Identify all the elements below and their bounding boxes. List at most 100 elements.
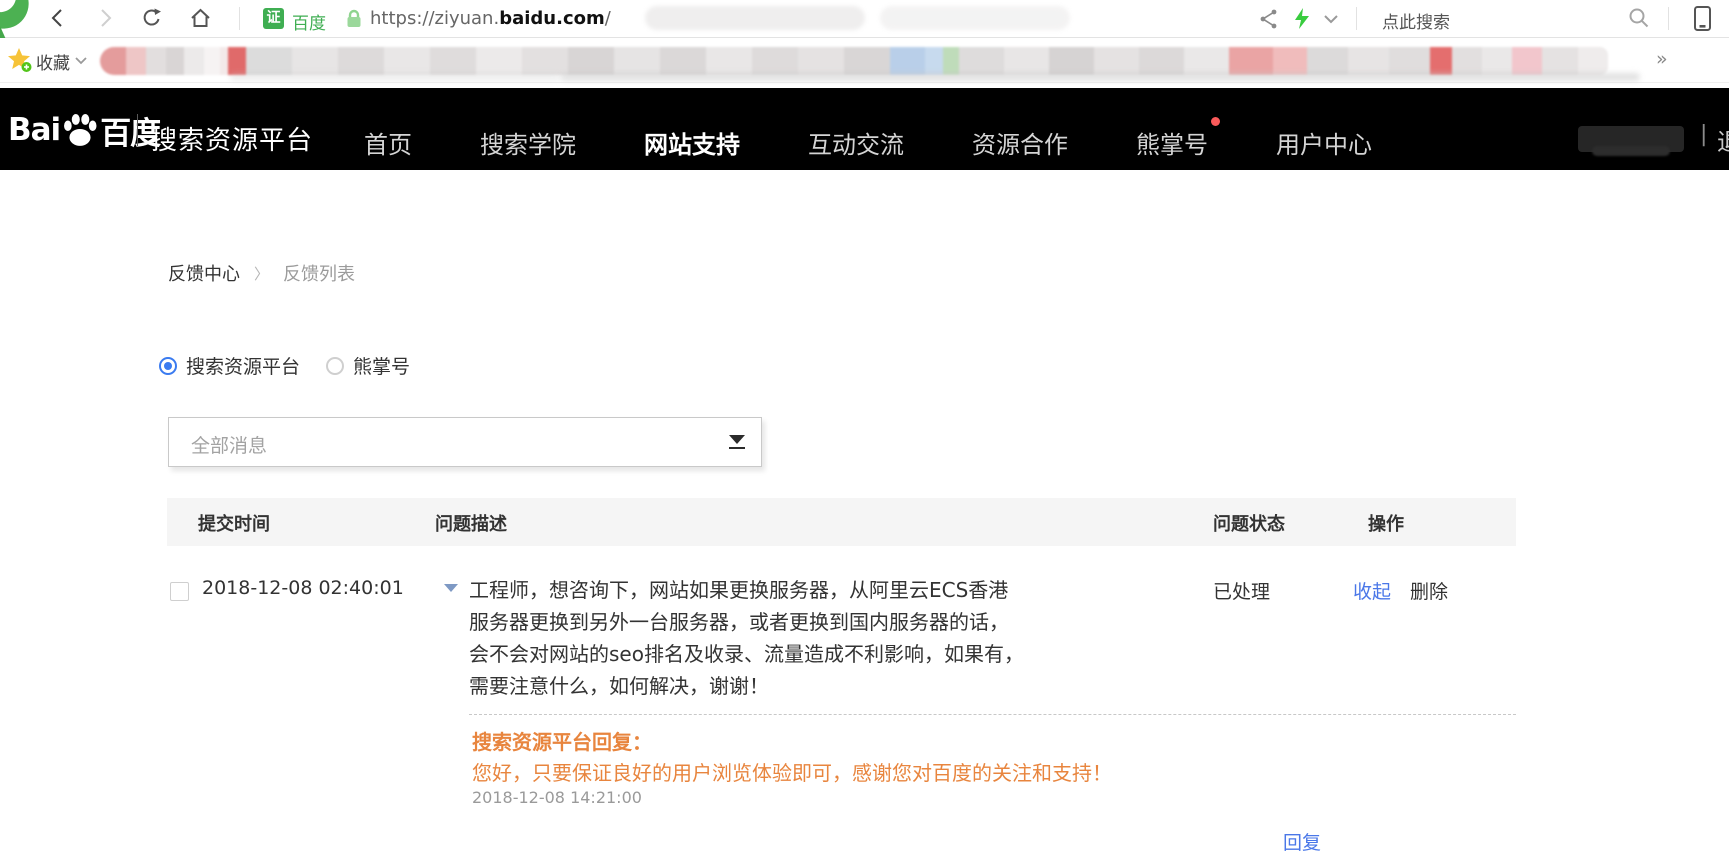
- nav-item-熊掌号[interactable]: 熊掌号: [1136, 125, 1208, 160]
- row-checkbox[interactable]: [170, 582, 189, 601]
- radio-selected-icon[interactable]: [159, 357, 177, 375]
- bookmark-item-redacted[interactable]: [1184, 47, 1229, 75]
- bookmark-item-redacted[interactable]: [384, 47, 430, 75]
- verified-site-name[interactable]: 百度: [292, 9, 326, 34]
- bookmark-item-redacted[interactable]: [338, 47, 384, 75]
- bookmark-item-redacted[interactable]: [798, 47, 844, 75]
- bookmark-item-redacted[interactable]: [925, 47, 943, 75]
- url-prefix: https://ziyuan.: [370, 8, 499, 29]
- bookmark-item-redacted[interactable]: [100, 47, 126, 75]
- bookmark-item-redacted[interactable]: [166, 47, 184, 75]
- search-icon[interactable]: [1628, 7, 1652, 31]
- bookmark-item-redacted[interactable]: [568, 47, 614, 75]
- bookmark-item-redacted[interactable]: [1049, 47, 1094, 75]
- bookmark-item-redacted[interactable]: [292, 47, 338, 75]
- bookmark-item-redacted[interactable]: [1004, 47, 1049, 75]
- bookmark-item-redacted[interactable]: [146, 47, 166, 75]
- bookmark-item-redacted[interactable]: [476, 47, 522, 75]
- lightning-icon[interactable]: [1293, 7, 1311, 30]
- blur-smudge: [1592, 146, 1670, 156]
- bookmark-item-redacted[interactable]: [1139, 47, 1184, 75]
- refresh-icon[interactable]: [141, 7, 163, 29]
- bookmark-item-redacted[interactable]: [890, 47, 925, 75]
- bookmarks-overflow-chevron[interactable]: »: [1656, 48, 1668, 70]
- nav-item-搜索学院[interactable]: 搜索学院: [480, 125, 576, 160]
- user-separator: |: [1700, 122, 1707, 147]
- bookmark-item-redacted[interactable]: [126, 47, 146, 75]
- bookmark-item-redacted[interactable]: [1094, 47, 1139, 75]
- bookmark-item-redacted[interactable]: [204, 47, 220, 75]
- nav-item-网站支持[interactable]: 网站支持: [644, 125, 740, 160]
- bookmark-item-redacted[interactable]: [1273, 47, 1307, 75]
- bookmark-item-redacted[interactable]: [844, 47, 890, 75]
- radio-option-搜索资源平台[interactable]: 搜索资源平台: [159, 352, 300, 379]
- bookmark-item-redacted[interactable]: [522, 47, 568, 75]
- url-domain: baidu.com: [499, 8, 605, 29]
- bookmark-item-redacted[interactable]: [660, 47, 706, 75]
- home-icon[interactable]: [189, 6, 212, 30]
- lock-icon[interactable]: [344, 8, 364, 30]
- bookmark-item-redacted[interactable]: [1482, 47, 1512, 75]
- nav-item-首页[interactable]: 首页: [364, 125, 412, 160]
- bookmark-item-redacted[interactable]: [430, 47, 476, 75]
- status-text: 已处理: [1213, 577, 1270, 604]
- platform-title: 搜索资源平台: [151, 120, 313, 157]
- bookmark-item-redacted[interactable]: [1348, 47, 1389, 75]
- bookmark-item-redacted[interactable]: [706, 47, 752, 75]
- bookmark-item-redacted[interactable]: [1578, 47, 1608, 75]
- blur-smudge: [560, 73, 1640, 81]
- bookmark-item-redacted[interactable]: [1512, 47, 1542, 75]
- radio-unselected-icon[interactable]: [326, 357, 344, 375]
- delete-link[interactable]: 删除: [1410, 577, 1448, 604]
- collapse-caret-icon[interactable]: [444, 584, 458, 592]
- radio-option-熊掌号[interactable]: 熊掌号: [326, 352, 410, 379]
- address-bar[interactable]: https://ziyuan.baidu.com/: [370, 8, 611, 29]
- nav-item-用户中心[interactable]: 用户中心: [1276, 125, 1372, 160]
- reply-link[interactable]: 回复: [1283, 828, 1321, 855]
- bookmark-item-redacted[interactable]: [959, 47, 1004, 75]
- bookmark-item-redacted[interactable]: [1452, 47, 1482, 75]
- bookmark-item-redacted[interactable]: [1389, 47, 1430, 75]
- chevron-down-icon[interactable]: [1322, 13, 1340, 25]
- bookmark-item-redacted[interactable]: [1307, 47, 1348, 75]
- favorites-star-icon[interactable]: [7, 47, 34, 74]
- share-icon[interactable]: [1259, 8, 1279, 30]
- bookmark-item-redacted[interactable]: [246, 47, 292, 75]
- back-icon[interactable]: [47, 7, 69, 29]
- search-input[interactable]: 点此搜索: [1382, 8, 1450, 33]
- breadcrumb-root[interactable]: 反馈中心: [168, 260, 240, 286]
- forward-icon[interactable]: [94, 7, 116, 29]
- bookmark-item-redacted[interactable]: [184, 47, 204, 75]
- blur-smudge: [230, 73, 560, 81]
- site-cert-badge[interactable]: 证: [263, 8, 284, 29]
- column-header-提交时间: 提交时间: [198, 510, 270, 536]
- column-header-操作: 操作: [1368, 510, 1404, 536]
- toolbar-separator: [1668, 7, 1669, 30]
- message-filter-dropdown[interactable]: 全部消息: [168, 417, 762, 467]
- phone-icon[interactable]: [1692, 5, 1714, 33]
- bookmark-item-redacted[interactable]: [228, 47, 246, 75]
- browser-toolbar: 证 百度 https://ziyuan.baidu.com/ 点此搜索: [0, 0, 1729, 38]
- breadcrumb-current: 反馈列表: [283, 260, 355, 286]
- url-path: /: [605, 8, 611, 29]
- url-redaction-blur: [645, 6, 865, 30]
- bookmark-item-redacted[interactable]: [752, 47, 798, 75]
- bookmark-item-redacted[interactable]: [943, 47, 959, 75]
- row-submit-time: 2018-12-08 02:40:01: [202, 577, 404, 599]
- bookmark-item-redacted[interactable]: [220, 47, 228, 75]
- bookmark-item-redacted[interactable]: [614, 47, 660, 75]
- nav-item-资源合作[interactable]: 资源合作: [972, 125, 1068, 160]
- logout-partial-text[interactable]: 退: [1717, 122, 1729, 152]
- notification-dot: [1211, 117, 1220, 126]
- bookmark-item-redacted[interactable]: [1229, 47, 1273, 75]
- favorites-button[interactable]: 收藏: [36, 49, 70, 74]
- nav-item-互动交流[interactable]: 互动交流: [808, 125, 904, 160]
- browser-window: 证 百度 https://ziyuan.baidu.com/ 点此搜索: [0, 0, 1729, 863]
- collapse-link[interactable]: 收起: [1353, 577, 1391, 604]
- bookmark-item-redacted[interactable]: [1542, 47, 1578, 75]
- bookmark-item-redacted[interactable]: [1430, 47, 1452, 75]
- favorites-chevron-icon[interactable]: [74, 56, 90, 66]
- reply-divider: [469, 714, 1516, 715]
- platform-radio-group: 搜索资源平台熊掌号: [159, 352, 410, 379]
- bookmarks-strip-redacted[interactable]: [100, 47, 1608, 75]
